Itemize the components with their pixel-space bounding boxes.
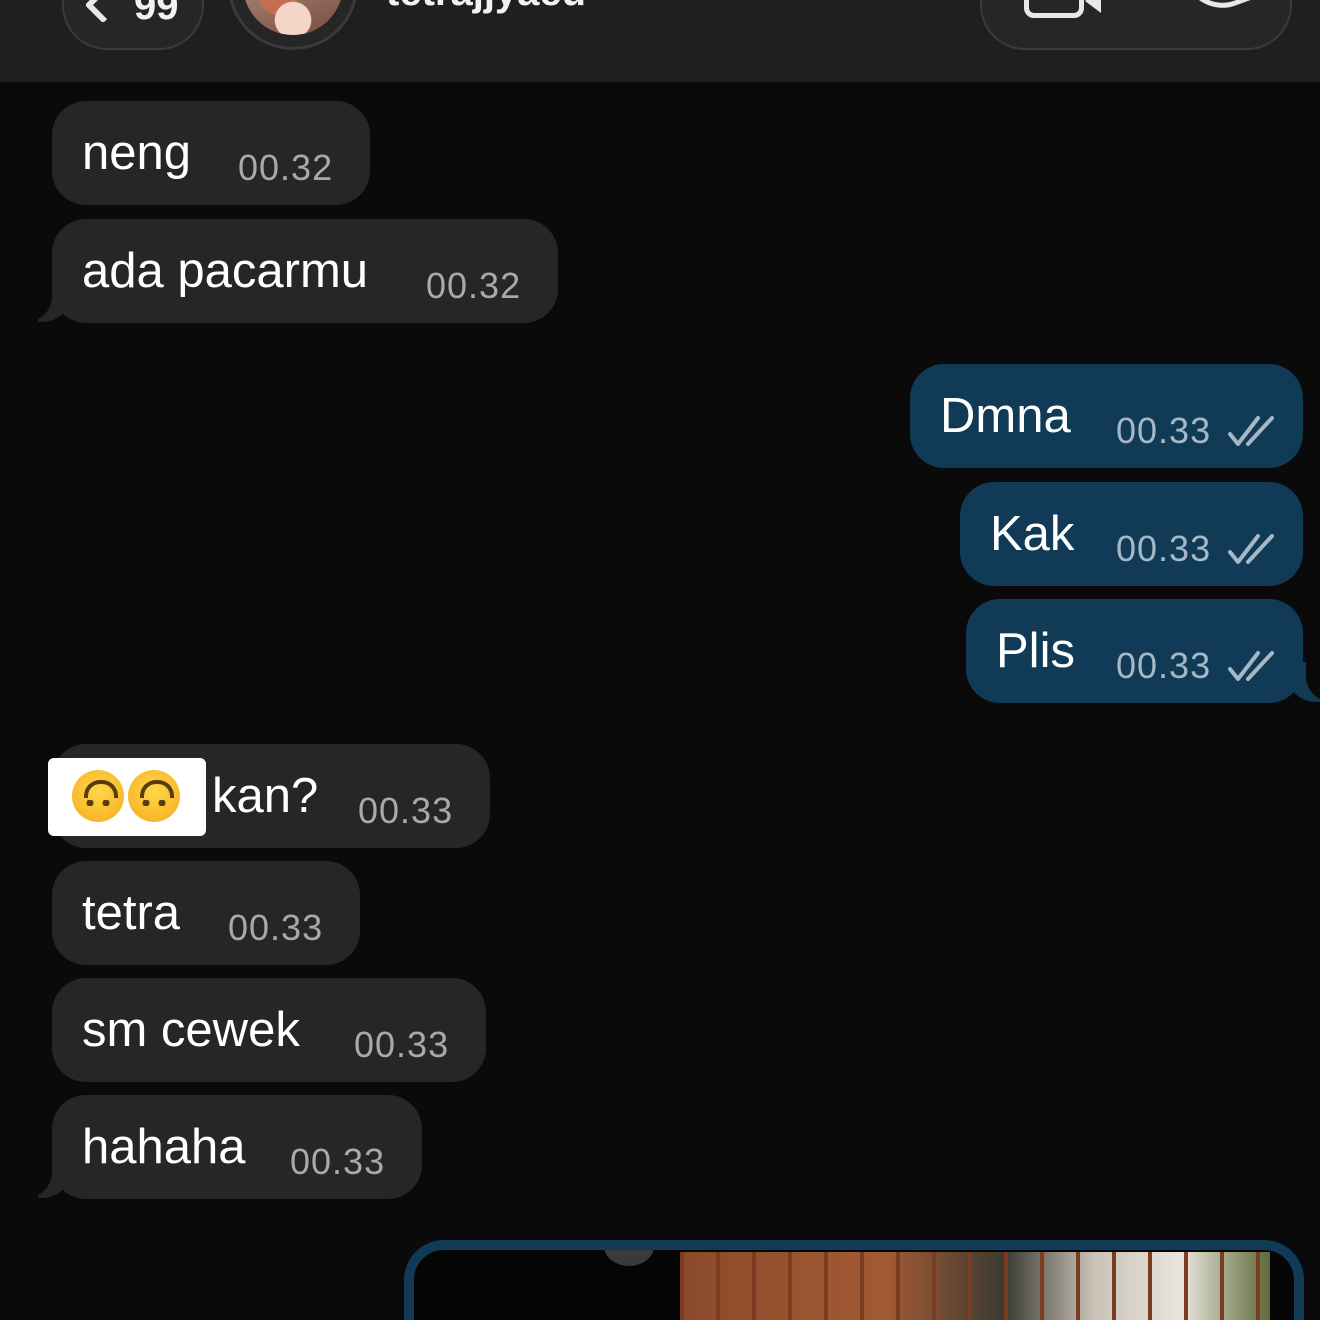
media-indicator [604,1250,654,1266]
phone-icon[interactable] [1184,0,1256,20]
chevron-left-icon [84,0,122,24]
avatar-photo [243,0,343,35]
message-text: hahaha [82,1120,246,1174]
message-bubble-outgoing[interactable]: Dmna 00.33 [910,364,1303,468]
message-time: 00.32 [238,147,334,188]
message-text: ada pacarmu [82,244,369,298]
unread-count: 99 [134,0,179,28]
message-bubble-incoming[interactable]: sm cewek 00.33 [52,978,486,1082]
message-time: 00.33 [290,1141,386,1182]
contact-avatar[interactable] [228,0,358,50]
double-check-icon [1228,651,1274,681]
message-bubble-incoming[interactable]: hahaha 00.33 [52,1095,422,1199]
photo-thumbnail [680,1252,1270,1320]
double-check-icon [1228,534,1274,564]
video-camera-icon[interactable] [1024,0,1101,18]
message-time: 00.33 [1116,528,1212,569]
message-text: Dmna [940,389,1071,443]
message-text: neng [82,126,192,180]
chat-header: 99 tetrajjyaeu [0,0,1320,82]
message-text: Plis [996,624,1075,678]
message-bubble-incoming[interactable]: neng 00.32 [52,101,370,205]
message-time: 00.33 [1116,645,1212,686]
back-button[interactable]: 99 [62,0,204,50]
upside-down-face-icon [128,770,180,822]
message-bubble-outgoing[interactable]: Plis 00.33 [966,599,1303,703]
message-bubble-outgoing[interactable]: Kak 00.33 [960,482,1303,586]
message-time: 00.33 [1116,410,1212,451]
double-check-icon [1228,416,1274,446]
message-bubble-incoming[interactable]: tetra 00.33 [52,861,360,965]
upside-down-face-icon [72,770,124,822]
message-text: Kak [990,507,1075,561]
message-time: 00.33 [228,907,324,948]
call-actions [980,0,1292,50]
emoji-highlight [48,758,206,836]
message-time: 00.33 [354,1024,450,1065]
message-text: tetra [82,886,181,940]
message-text: kan? [212,769,319,823]
contact-name[interactable]: tetrajjyaeu [386,0,586,15]
message-bubble-incoming[interactable]: ada pacarmu 00.32 [52,219,558,323]
image-message-outgoing[interactable] [404,1240,1304,1320]
message-time: 00.33 [358,790,454,831]
message-text: sm cewek [82,1003,300,1057]
message-time: 00.32 [426,265,522,306]
